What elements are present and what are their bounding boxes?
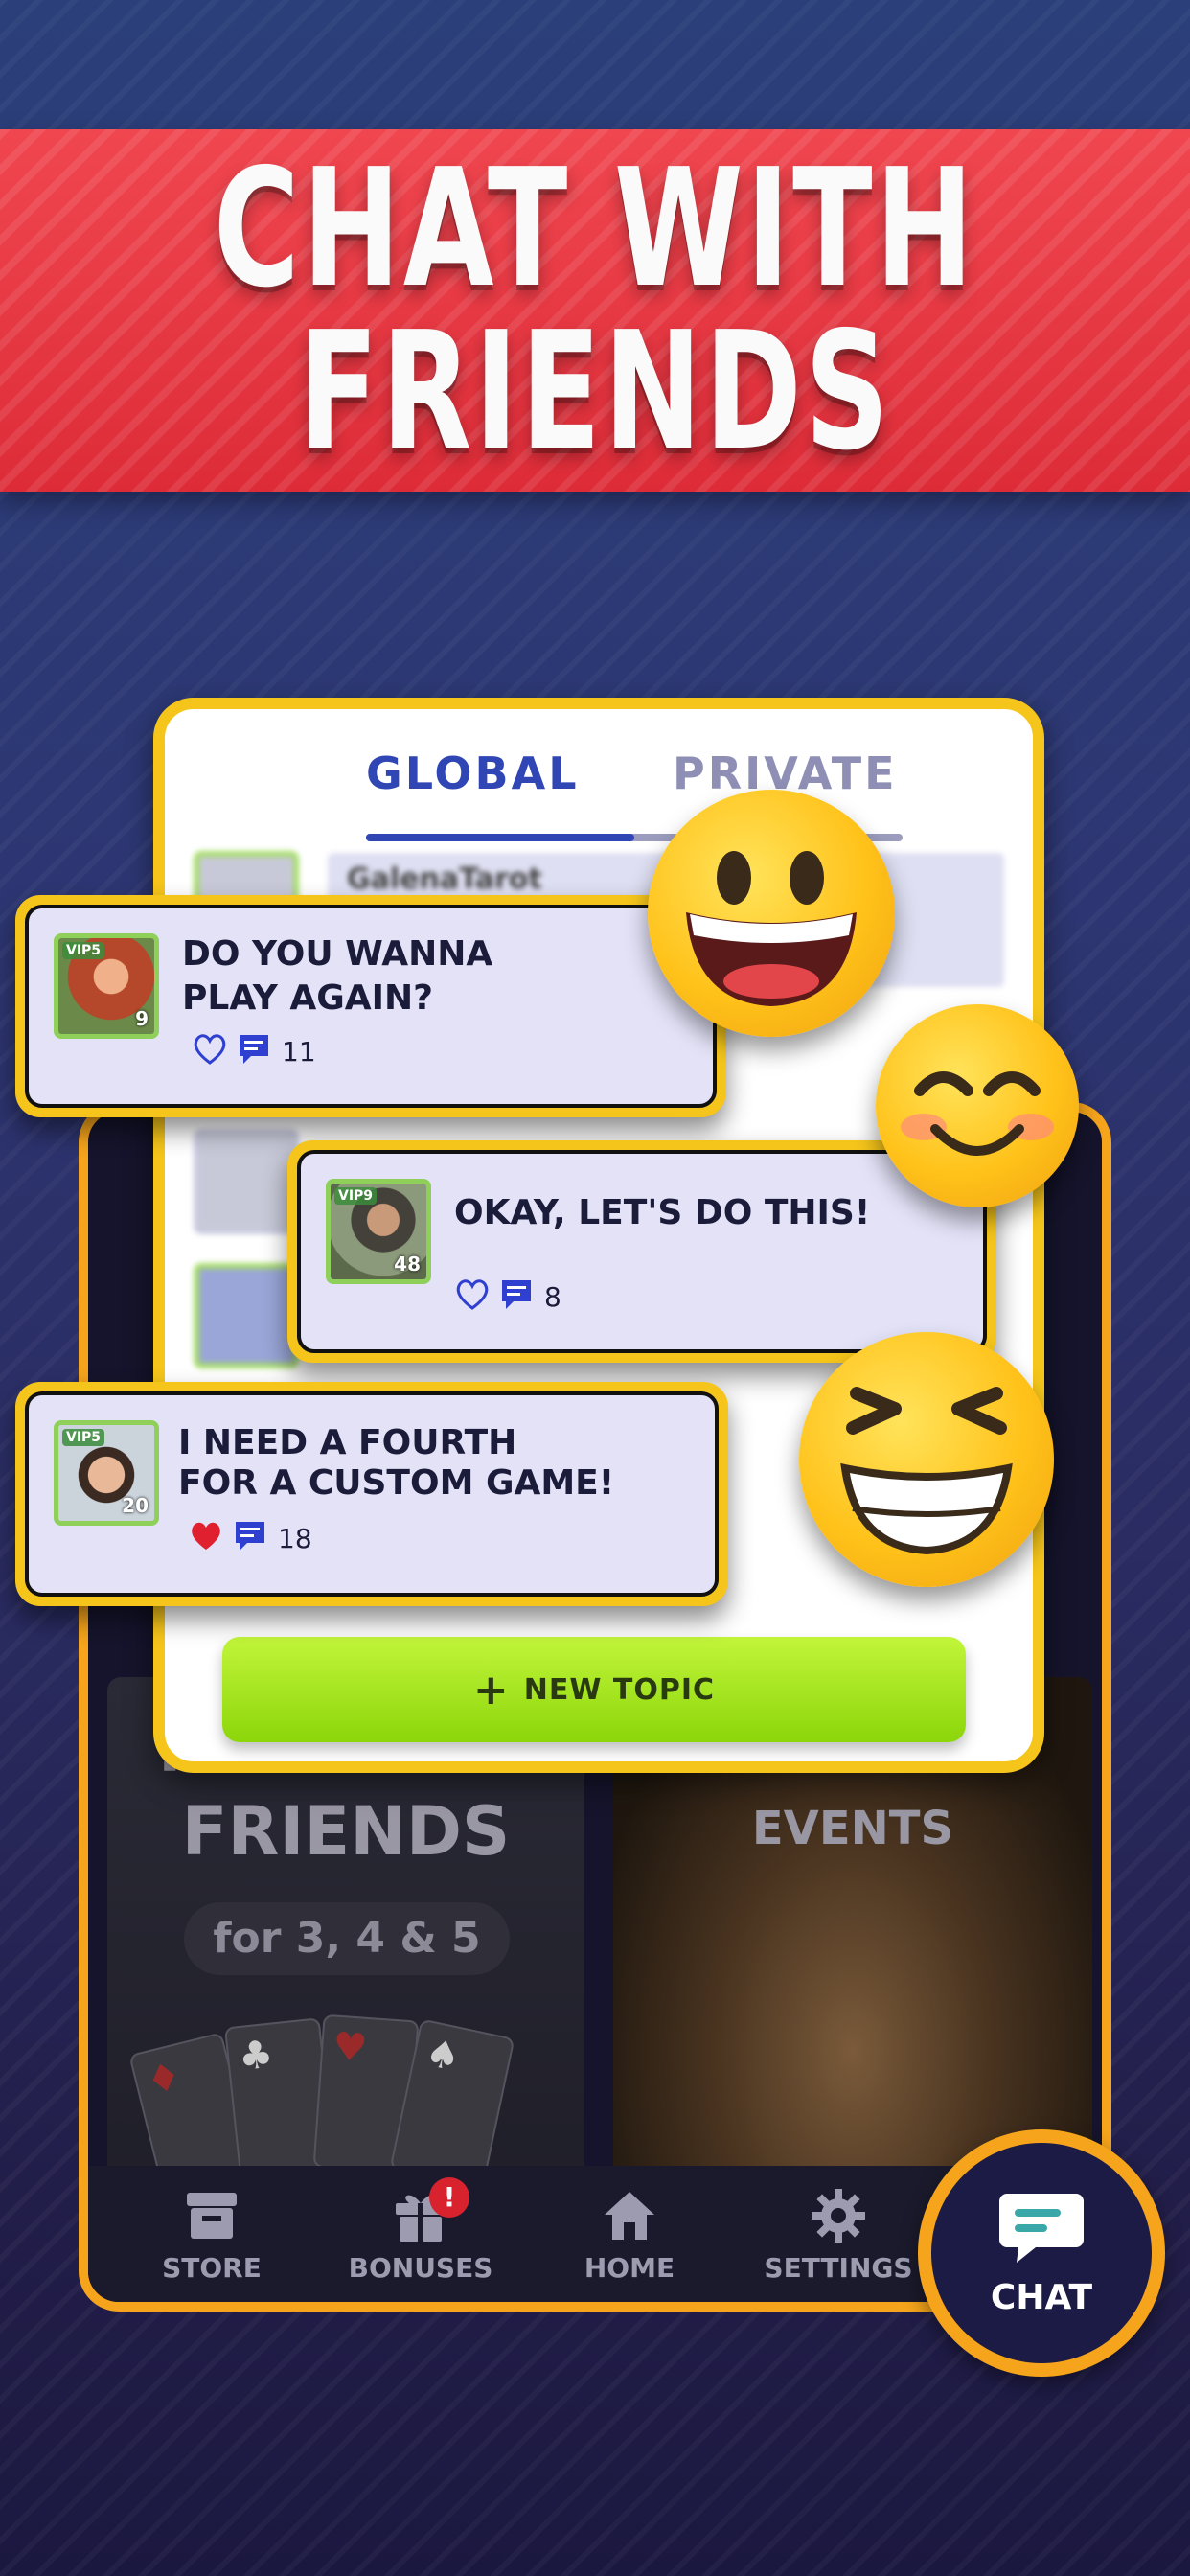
plus-icon: + [472, 1665, 509, 1714]
banner-title-line1: CHAT WITH [213, 134, 977, 324]
topic-author: GalenaTarot [347, 862, 542, 896]
comment-icon[interactable] [498, 1278, 535, 1315]
events-title: EVENTS [751, 1802, 954, 1855]
comment-icon[interactable] [232, 1520, 268, 1556]
vip-badge: VIP5 [62, 1429, 105, 1446]
comment-icon[interactable] [236, 1033, 272, 1070]
avatar: VIP9 48 [326, 1179, 431, 1284]
play-with-friends-title-line2: FRIENDS [181, 1792, 511, 1871]
nav-home[interactable]: HOME [525, 2166, 734, 2302]
comment-count: 18 [278, 1522, 312, 1554]
heart-icon[interactable] [454, 1278, 491, 1315]
player-level: 9 [135, 1007, 149, 1030]
comment-count: 11 [282, 1035, 316, 1068]
message-line1: I NEED A FOURTH [178, 1423, 517, 1462]
new-topic-label: NEW TOPIC [523, 1672, 716, 1707]
bonuses-notification-badge: ! [429, 2177, 469, 2218]
chat-button[interactable]: CHAT [918, 2129, 1165, 2377]
player-level: 20 [122, 1494, 149, 1517]
nav-bonuses-label: BONUSES [348, 2251, 493, 2284]
store-icon [181, 2185, 242, 2246]
topic-thumbnail [194, 1129, 299, 1234]
avatar: VIP5 9 [54, 933, 159, 1039]
banner-title-line2: FRIENDS [298, 297, 892, 487]
chat-bubble[interactable]: VIP5 9 DO YOU WANNA PLAY AGAIN? 11 [15, 895, 726, 1117]
nav-home-label: HOME [584, 2251, 675, 2284]
heart-icon[interactable] [192, 1033, 228, 1070]
nav-settings[interactable]: SETTINGS [734, 2166, 943, 2302]
message-line2: FOR A CUSTOM GAME! [178, 1463, 615, 1503]
message-line1: OKAY, LET'S DO THIS! [454, 1193, 871, 1232]
nav-settings-label: SETTINGS [764, 2251, 913, 2284]
chat-tabs: GLOBAL PRIVATE [165, 748, 1033, 841]
chat-bubble[interactable]: VIP5 20 I NEED A FOURTH FOR A CUSTOM GAM… [15, 1382, 728, 1606]
vip-badge: VIP9 [334, 1187, 378, 1205]
chat-icon [997, 2190, 1086, 2270]
message-line1: DO YOU WANNA [182, 934, 493, 974]
promo-banner: CHAT WITH FRIENDS [0, 129, 1190, 492]
vip-badge: VIP5 [62, 942, 105, 959]
play-with-friends-subtitle: for 3, 4 & 5 [184, 1902, 510, 1975]
beaming-face-emoji-icon [799, 1332, 1054, 1587]
nav-store-label: STORE [162, 2251, 262, 2284]
player-level: 48 [394, 1253, 421, 1276]
heart-icon[interactable] [188, 1520, 224, 1556]
comment-count: 8 [544, 1280, 561, 1313]
topic-thumbnail [194, 1263, 299, 1368]
message-line2: PLAY AGAIN? [182, 978, 434, 1018]
home-icon [599, 2185, 660, 2246]
avatar: VIP5 20 [54, 1420, 159, 1526]
nav-bonuses[interactable]: BONUSES ! [316, 2166, 525, 2302]
chat-button-label: CHAT [990, 2277, 1093, 2317]
gear-icon [808, 2185, 869, 2246]
smiling-face-emoji-icon [876, 1004, 1079, 1208]
tab-global[interactable]: GLOBAL [366, 748, 580, 799]
nav-store[interactable]: STORE [107, 2166, 316, 2302]
new-topic-button[interactable]: + NEW TOPIC [222, 1637, 966, 1742]
grinning-face-emoji-icon [648, 790, 895, 1037]
